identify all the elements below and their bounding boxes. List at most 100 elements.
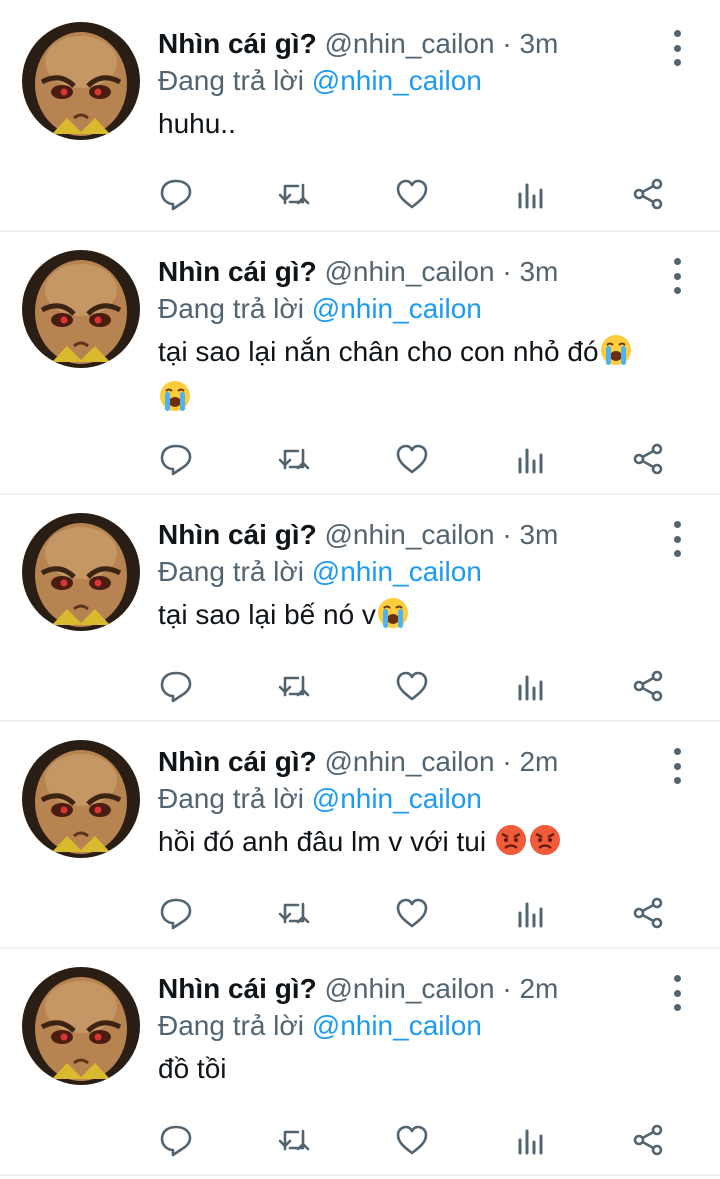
analytics-icon[interactable] bbox=[512, 895, 548, 931]
user-handle[interactable]: @nhin_cailon bbox=[324, 519, 494, 550]
separator-dot: · bbox=[502, 519, 512, 550]
analytics-icon[interactable] bbox=[512, 176, 548, 212]
reply-mention-link[interactable]: @nhin_cailon bbox=[312, 783, 482, 814]
reply-icon[interactable] bbox=[158, 1122, 194, 1158]
user-handle[interactable]: @nhin_cailon bbox=[324, 973, 494, 1004]
more-options-icon[interactable] bbox=[672, 975, 682, 1011]
tweet-content: Nhìn cái gì? @nhin_cailon · 3m Đang trả … bbox=[158, 26, 660, 144]
display-name[interactable]: Nhìn cái gì? bbox=[158, 256, 317, 287]
tweet-content: Nhìn cái gì? @nhin_cailon · 3m Đang trả … bbox=[158, 254, 660, 424]
display-name[interactable]: Nhìn cái gì? bbox=[158, 519, 317, 550]
tweet-header: Nhìn cái gì? @nhin_cailon · 2m bbox=[158, 744, 660, 780]
tweet-text-body: tại sao lại bế nó v bbox=[158, 599, 376, 630]
reply-context: Đang trả lời @nhin_cailon bbox=[158, 780, 660, 818]
avatar[interactable] bbox=[22, 250, 140, 368]
reply-context: Đang trả lời @nhin_cailon bbox=[158, 62, 660, 100]
retweet-icon[interactable] bbox=[276, 441, 312, 477]
loudly-crying-face-emoji bbox=[158, 379, 192, 424]
angry-face-emoji bbox=[528, 823, 562, 868]
more-options-icon[interactable] bbox=[672, 30, 682, 66]
like-icon[interactable] bbox=[394, 668, 430, 704]
more-options-icon[interactable] bbox=[672, 258, 682, 294]
reply-context: Đang trả lời @nhin_cailon bbox=[158, 1007, 660, 1045]
share-icon[interactable] bbox=[630, 1122, 666, 1158]
action-bar bbox=[158, 441, 668, 477]
reply-mention-link[interactable]: @nhin_cailon bbox=[312, 65, 482, 96]
reply-context: Đang trả lời @nhin_cailon bbox=[158, 553, 660, 591]
tweet-content: Nhìn cái gì? @nhin_cailon · 2m Đang trả … bbox=[158, 971, 660, 1089]
like-icon[interactable] bbox=[394, 441, 430, 477]
action-bar bbox=[158, 895, 668, 931]
reply-prefix: Đang trả lời bbox=[158, 783, 304, 814]
avatar[interactable] bbox=[22, 22, 140, 140]
tweet-header: Nhìn cái gì? @nhin_cailon · 3m bbox=[158, 517, 660, 553]
tweet-text-body: hồi đó anh đâu lm v với tui bbox=[158, 826, 494, 857]
analytics-icon[interactable] bbox=[512, 1122, 548, 1158]
tweet-text: tại sao lại nắn chân cho con nhỏ đó bbox=[158, 332, 660, 424]
reply-mention-link[interactable]: @nhin_cailon bbox=[312, 293, 482, 324]
more-options-icon[interactable] bbox=[672, 748, 682, 784]
reply-icon[interactable] bbox=[158, 441, 194, 477]
tweet-content: Nhìn cái gì? @nhin_cailon · 3m Đang trả … bbox=[158, 517, 660, 641]
reply-mention-link[interactable]: @nhin_cailon bbox=[312, 1010, 482, 1041]
user-handle[interactable]: @nhin_cailon bbox=[324, 28, 494, 59]
reply-prefix: Đang trả lời bbox=[158, 556, 304, 587]
user-handle[interactable]: @nhin_cailon bbox=[324, 746, 494, 777]
share-icon[interactable] bbox=[630, 176, 666, 212]
tweet-text: huhu.. bbox=[158, 104, 660, 144]
tweet[interactable]: Nhìn cái gì? @nhin_cailon · 2m Đang trả … bbox=[0, 949, 720, 1176]
like-icon[interactable] bbox=[394, 1122, 430, 1158]
retweet-icon[interactable] bbox=[276, 1122, 312, 1158]
like-icon[interactable] bbox=[394, 176, 430, 212]
avatar[interactable] bbox=[22, 513, 140, 631]
tweet[interactable]: Nhìn cái gì? @nhin_cailon · 3m Đang trả … bbox=[0, 0, 720, 232]
analytics-icon[interactable] bbox=[512, 668, 548, 704]
display-name[interactable]: Nhìn cái gì? bbox=[158, 973, 317, 1004]
separator-dot: · bbox=[502, 746, 512, 777]
action-bar bbox=[158, 668, 668, 704]
user-handle[interactable]: @nhin_cailon bbox=[324, 256, 494, 287]
reply-prefix: Đang trả lời bbox=[158, 293, 304, 324]
separator-dot: · bbox=[502, 256, 512, 287]
tweet-header: Nhìn cái gì? @nhin_cailon · 2m bbox=[158, 971, 660, 1007]
retweet-icon[interactable] bbox=[276, 895, 312, 931]
timestamp[interactable]: 2m bbox=[519, 973, 558, 1004]
share-icon[interactable] bbox=[630, 895, 666, 931]
share-icon[interactable] bbox=[630, 441, 666, 477]
reply-prefix: Đang trả lời bbox=[158, 65, 304, 96]
retweet-icon[interactable] bbox=[276, 668, 312, 704]
display-name[interactable]: Nhìn cái gì? bbox=[158, 28, 317, 59]
separator-dot: · bbox=[502, 973, 512, 1004]
tweet-header: Nhìn cái gì? @nhin_cailon · 3m bbox=[158, 254, 660, 290]
reply-context: Đang trả lời @nhin_cailon bbox=[158, 290, 660, 328]
action-bar bbox=[158, 176, 668, 212]
share-icon[interactable] bbox=[630, 668, 666, 704]
tweet-text: hồi đó anh đâu lm v với tui bbox=[158, 822, 660, 868]
tweet[interactable]: Nhìn cái gì? @nhin_cailon · 3m Đang trả … bbox=[0, 232, 720, 495]
reply-icon[interactable] bbox=[158, 176, 194, 212]
like-icon[interactable] bbox=[394, 895, 430, 931]
timestamp[interactable]: 3m bbox=[519, 256, 558, 287]
separator-dot: · bbox=[502, 28, 512, 59]
loudly-crying-face-emoji bbox=[599, 333, 633, 378]
avatar[interactable] bbox=[22, 740, 140, 858]
reply-mention-link[interactable]: @nhin_cailon bbox=[312, 556, 482, 587]
reply-prefix: Đang trả lời bbox=[158, 1010, 304, 1041]
angry-face-emoji bbox=[494, 823, 528, 868]
timestamp[interactable]: 2m bbox=[519, 746, 558, 777]
retweet-icon[interactable] bbox=[276, 176, 312, 212]
display-name[interactable]: Nhìn cái gì? bbox=[158, 746, 317, 777]
tweet[interactable]: Nhìn cái gì? @nhin_cailon · 2m Đang trả … bbox=[0, 722, 720, 949]
reply-icon[interactable] bbox=[158, 668, 194, 704]
tweet-header: Nhìn cái gì? @nhin_cailon · 3m bbox=[158, 26, 660, 62]
avatar[interactable] bbox=[22, 967, 140, 1085]
loudly-crying-face-emoji bbox=[376, 596, 410, 641]
action-bar bbox=[158, 1122, 668, 1158]
timestamp[interactable]: 3m bbox=[519, 28, 558, 59]
tweet-content: Nhìn cái gì? @nhin_cailon · 2m Đang trả … bbox=[158, 744, 660, 868]
reply-icon[interactable] bbox=[158, 895, 194, 931]
timestamp[interactable]: 3m bbox=[519, 519, 558, 550]
tweet[interactable]: Nhìn cái gì? @nhin_cailon · 3m Đang trả … bbox=[0, 495, 720, 722]
more-options-icon[interactable] bbox=[672, 521, 682, 557]
analytics-icon[interactable] bbox=[512, 441, 548, 477]
